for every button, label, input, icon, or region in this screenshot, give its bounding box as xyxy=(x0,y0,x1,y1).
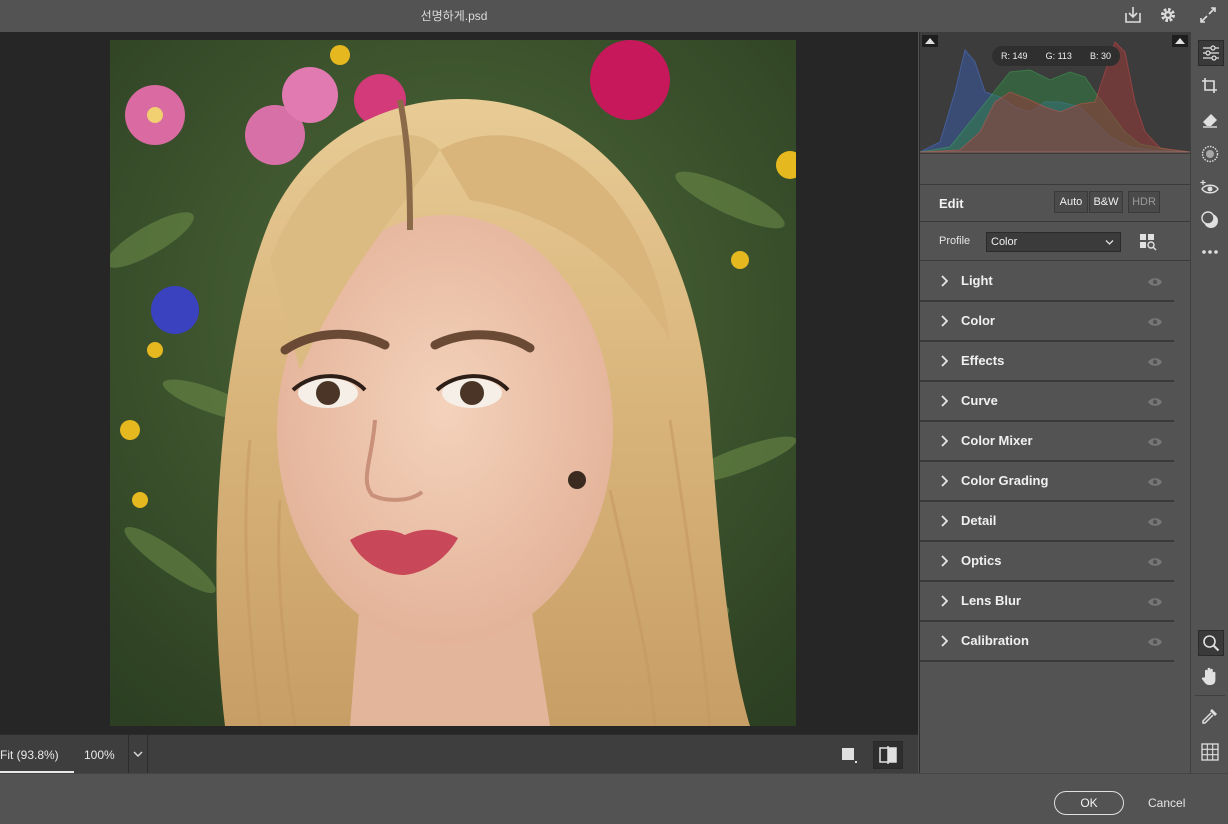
visibility-eye-icon[interactable] xyxy=(1147,555,1163,573)
grid-icon[interactable] xyxy=(1198,740,1222,764)
section-detail[interactable]: Detail xyxy=(920,502,1174,542)
chevron-right-icon[interactable] xyxy=(940,314,949,332)
title-bar: 선명하게.psd xyxy=(0,0,1228,32)
visibility-eye-icon[interactable] xyxy=(1147,435,1163,453)
masking-icon[interactable] xyxy=(1198,142,1222,166)
zoom-icon[interactable] xyxy=(1198,630,1224,656)
tool-strip xyxy=(1190,32,1228,773)
profile-browser-icon[interactable] xyxy=(1139,233,1157,256)
green-value: G: 113 xyxy=(1045,51,1072,61)
fit-zoom-option[interactable]: Fit (93.8%) xyxy=(0,748,59,762)
red-value: R: 149 xyxy=(1001,51,1028,61)
section-label: Color Grading xyxy=(961,473,1049,488)
gear-icon[interactable] xyxy=(1156,3,1180,27)
chevron-right-icon[interactable] xyxy=(940,594,949,612)
section-optics[interactable]: Optics xyxy=(920,542,1174,582)
chevron-right-icon[interactable] xyxy=(940,474,949,492)
chevron-right-icon[interactable] xyxy=(940,354,949,372)
document-title: 선명하게.psd xyxy=(420,9,488,23)
rgb-readout: R: 149 G: 113 B: 30 xyxy=(992,46,1120,66)
section-calibration[interactable]: Calibration xyxy=(920,622,1174,662)
section-label: Detail xyxy=(961,513,997,528)
profile-label: Profile xyxy=(939,235,971,247)
section-color-mixer[interactable]: Color Mixer xyxy=(920,422,1174,462)
visibility-eye-icon[interactable] xyxy=(1147,315,1163,333)
blue-value: B: 30 xyxy=(1089,51,1111,61)
section-curve[interactable]: Curve xyxy=(920,382,1174,422)
visibility-eye-icon[interactable] xyxy=(1147,275,1163,293)
zoom-dropdown-chevron-icon[interactable] xyxy=(128,735,148,773)
chevron-right-icon[interactable] xyxy=(940,514,949,532)
chevron-right-icon[interactable] xyxy=(940,634,949,652)
single-view-icon[interactable] xyxy=(840,746,858,764)
profile-value: Color xyxy=(991,236,1018,248)
visibility-eye-icon[interactable] xyxy=(1147,395,1163,413)
profile-row: Profile Color xyxy=(920,222,1190,261)
tool-divider xyxy=(1195,695,1225,696)
chevron-right-icon[interactable] xyxy=(940,434,949,452)
section-light[interactable]: Light xyxy=(920,262,1174,302)
visibility-eye-icon[interactable] xyxy=(1147,475,1163,493)
highlight-clipping-icon[interactable] xyxy=(1172,34,1188,52)
section-label: Color Mixer xyxy=(961,433,1033,448)
section-label: Calibration xyxy=(961,633,1029,648)
eyedropper-icon[interactable] xyxy=(1198,704,1222,728)
section-lens-blur[interactable]: Lens Blur xyxy=(920,582,1174,622)
adjustment-panel: R: 149 G: 113 B: 30 Edit Auto B&W HDR Pr… xyxy=(919,32,1190,773)
ok-button[interactable]: OK xyxy=(1054,791,1124,815)
photo-preview[interactable] xyxy=(110,40,796,726)
before-after-icon[interactable] xyxy=(873,741,903,769)
presets-icon[interactable] xyxy=(1198,208,1222,232)
section-label: Lens Blur xyxy=(961,593,1021,608)
histogram: R: 149 G: 113 B: 30 xyxy=(920,32,1190,154)
shadow-clipping-icon[interactable] xyxy=(922,34,938,52)
more-icon[interactable] xyxy=(1198,240,1222,264)
chevron-right-icon[interactable] xyxy=(940,274,949,292)
auto-button[interactable]: Auto xyxy=(1054,191,1088,213)
section-color[interactable]: Color xyxy=(920,302,1174,342)
profile-select[interactable]: Color xyxy=(986,232,1121,252)
section-label: Optics xyxy=(961,553,1002,568)
section-label: Light xyxy=(961,273,993,288)
section-effects[interactable]: Effects xyxy=(920,342,1174,382)
edit-title: Edit xyxy=(939,196,964,211)
chevron-right-icon[interactable] xyxy=(940,554,949,572)
visibility-eye-icon[interactable] xyxy=(1147,515,1163,533)
hdr-button[interactable]: HDR xyxy=(1128,191,1160,213)
chevron-right-icon[interactable] xyxy=(940,394,949,412)
edit-header: Edit Auto B&W HDR xyxy=(920,184,1190,222)
section-label: Color xyxy=(961,313,995,328)
save-download-icon[interactable] xyxy=(1121,3,1145,27)
visibility-eye-icon[interactable] xyxy=(1147,595,1163,613)
hand-icon[interactable] xyxy=(1198,664,1222,688)
red-eye-icon[interactable] xyxy=(1198,176,1222,200)
section-label: Effects xyxy=(961,353,1005,368)
eraser-icon[interactable] xyxy=(1198,108,1222,132)
zoom-100-option[interactable]: 100% xyxy=(84,748,115,762)
view-bar: Fit (93.8%) 100% xyxy=(0,734,918,773)
sliders-icon[interactable] xyxy=(1198,40,1224,66)
crop-icon[interactable] xyxy=(1198,74,1222,98)
expand-icon[interactable] xyxy=(1196,3,1220,27)
section-label: Curve xyxy=(961,393,998,408)
section-color-grading[interactable]: Color Grading xyxy=(920,462,1174,502)
cancel-button[interactable]: Cancel xyxy=(1148,796,1185,810)
bw-button[interactable]: B&W xyxy=(1089,191,1123,213)
visibility-eye-icon[interactable] xyxy=(1147,355,1163,373)
visibility-eye-icon[interactable] xyxy=(1147,635,1163,653)
dialog-footer: OK Cancel xyxy=(0,773,1228,824)
